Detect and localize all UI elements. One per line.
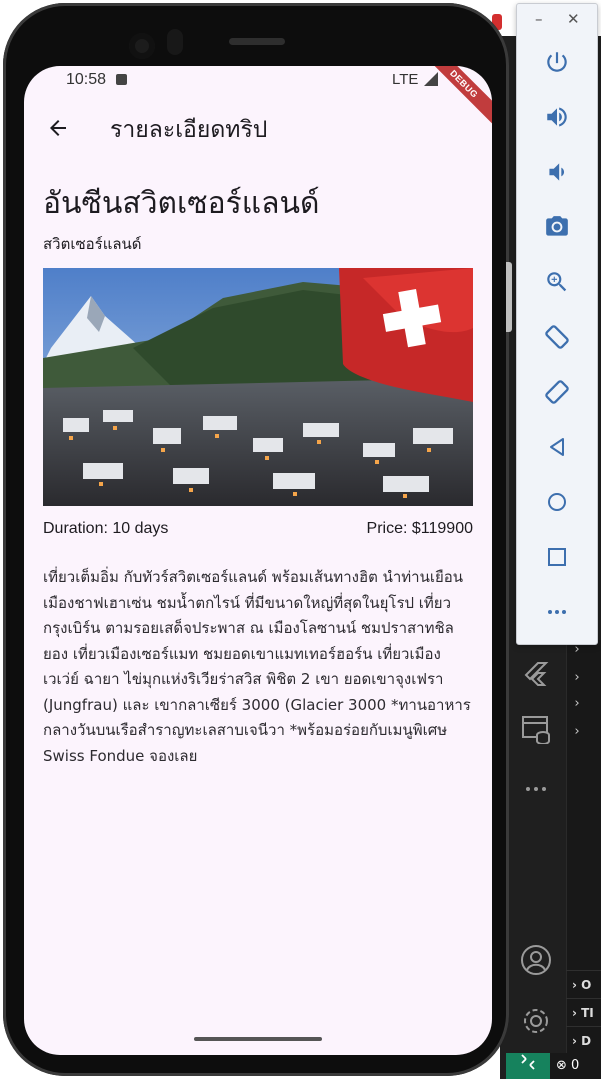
trip-photo xyxy=(43,268,473,506)
camera-icon xyxy=(546,216,568,236)
rotate-right-icon xyxy=(545,380,569,404)
back-button[interactable] xyxy=(38,108,78,148)
trip-duration: Duration: 10 days xyxy=(43,520,169,537)
ide-section-label: TI xyxy=(581,1006,594,1020)
error-icon: ⊗ xyxy=(556,1058,567,1073)
arrow-back-icon xyxy=(50,120,66,136)
error-count: 0 xyxy=(571,1058,580,1073)
emulator-toolbar-header: – ✕ xyxy=(517,4,597,34)
trip-country: สวิตเซอร์แลนด์ xyxy=(43,235,142,253)
overview-icon xyxy=(548,548,566,566)
chevron-right-icon: › xyxy=(572,1006,582,1020)
sensor xyxy=(167,29,183,55)
problems-indicator[interactable]: ⊗ 0 xyxy=(556,1053,579,1079)
nav-home-button[interactable] xyxy=(541,486,573,518)
chevron-right-icon[interactable]: › xyxy=(573,670,581,685)
power-icon xyxy=(547,52,567,72)
ide-bottom-sections: › O › TI › D xyxy=(566,970,601,1054)
power-side-button xyxy=(506,262,512,332)
network-type: LTE xyxy=(392,71,419,88)
database-icon[interactable] xyxy=(518,714,554,750)
ide-section-row[interactable]: › D xyxy=(566,1026,601,1054)
ide-section-row[interactable]: › O xyxy=(566,970,601,998)
trip-description: เที่ยวเต็มอิ่ม กับทัวร์สวิตเซอร์แลนด์ พร… xyxy=(43,568,471,765)
trip-info-row: Duration: 10 days Price: $119900 xyxy=(43,519,473,539)
chevron-right-icon: › xyxy=(572,978,582,992)
power-button[interactable] xyxy=(541,46,573,78)
app-bar: รายละเอียดทริป xyxy=(24,100,492,156)
settings-gear-icon[interactable] xyxy=(518,1006,554,1042)
back-icon xyxy=(550,438,564,456)
device-screen: 10:58 LTE DEBUG รายละเอียดทริป อันซีนสวิ… xyxy=(24,66,492,1055)
minimize-button[interactable]: – xyxy=(535,10,543,28)
more-icon[interactable] xyxy=(518,776,554,812)
ide-status-bar: ⊗ 0 xyxy=(506,1053,601,1079)
volume-up-icon xyxy=(547,107,567,127)
page-title: รายละเอียดทริป xyxy=(110,117,268,143)
rotate-right-button[interactable] xyxy=(541,376,573,408)
signal-icon xyxy=(424,72,438,86)
nav-overview-button[interactable] xyxy=(541,541,573,573)
trip-detail-content: อันซีนสวิตเซอร์แลนด์ สวิตเซอร์แลนด์ Dura… xyxy=(43,182,473,769)
account-icon[interactable] xyxy=(518,944,554,980)
ide-section-label: O xyxy=(581,978,592,992)
trip-price: Price: $119900 xyxy=(366,520,473,537)
more-options-button[interactable] xyxy=(541,596,573,628)
volume-up-button[interactable] xyxy=(541,101,573,133)
zoom-icon xyxy=(547,272,567,292)
home-icon xyxy=(548,493,566,511)
gesture-home-bar[interactable] xyxy=(194,1037,322,1041)
notification-icon xyxy=(116,74,127,85)
android-status-bar: 10:58 LTE xyxy=(24,66,492,94)
front-camera xyxy=(129,33,155,59)
chevron-right-icon[interactable]: › xyxy=(573,724,581,739)
ide-section-label: D xyxy=(581,1034,592,1048)
close-button[interactable]: ✕ xyxy=(567,10,580,28)
flutter-icon[interactable] xyxy=(518,660,554,696)
screenshot-button[interactable] xyxy=(541,211,573,243)
chevron-right-icon: › xyxy=(572,1034,582,1048)
volume-down-button[interactable] xyxy=(541,156,573,188)
trip-title: อันซีนสวิตเซอร์แลนด์ xyxy=(43,186,320,221)
rotate-left-button[interactable] xyxy=(541,321,573,353)
phone-frame: 10:58 LTE DEBUG รายละเอียดทริป อันซีนสวิ… xyxy=(3,3,509,1076)
status-time: 10:58 xyxy=(66,71,107,88)
zoom-button[interactable] xyxy=(541,266,573,298)
earpiece-speaker xyxy=(229,38,285,45)
chevron-right-icon[interactable]: › xyxy=(573,696,581,711)
ide-section-row[interactable]: › TI xyxy=(566,998,601,1026)
nav-back-button[interactable] xyxy=(541,431,573,463)
remote-indicator-icon[interactable] xyxy=(506,1053,550,1079)
emulator-toolbar: – ✕ xyxy=(516,3,598,645)
rotate-left-icon xyxy=(545,325,569,349)
volume-down-icon xyxy=(549,163,565,181)
more-icon xyxy=(548,610,566,614)
